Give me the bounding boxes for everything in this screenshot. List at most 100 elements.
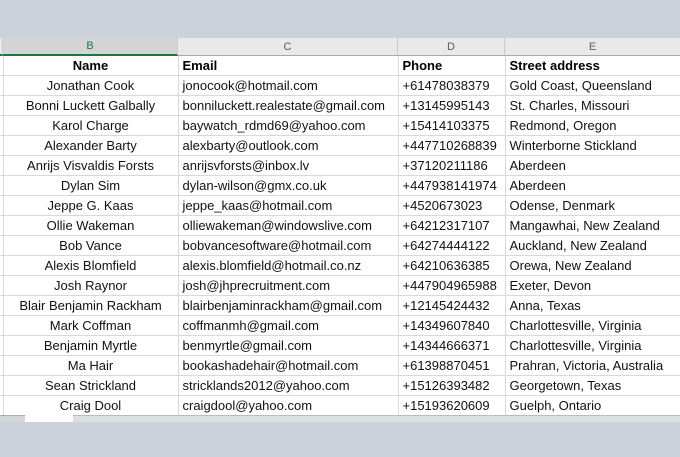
cell-email[interactable]: alexis.blomfield@hotmail.co.nz [178, 256, 398, 276]
cell-name[interactable]: Bob Vance [3, 236, 178, 256]
cell-phone[interactable]: +15414103375 [398, 116, 505, 136]
cell-phone[interactable]: +64210636385 [398, 256, 505, 276]
cell-email[interactable]: bobvancesoftware@hotmail.com [178, 236, 398, 256]
cell-name[interactable]: Karol Charge [3, 116, 178, 136]
column-letter: C [284, 41, 292, 53]
cell-name[interactable]: Mark Coffman [3, 316, 178, 336]
column-header-e[interactable]: E [505, 38, 680, 56]
cell-phone[interactable]: +14344666371 [398, 336, 505, 356]
cell-email[interactable]: anrijsvforsts@inbox.lv [178, 156, 398, 176]
table-header-row: Name Email Phone Street address [0, 56, 680, 76]
cell-name[interactable]: Craig Dool [3, 396, 178, 415]
sheet-tab-active[interactable] [25, 415, 73, 422]
cell-email[interactable]: craigdool@yahoo.com [178, 396, 398, 415]
cell-phone[interactable]: +447710268839 [398, 136, 505, 156]
cell-name[interactable]: Sean Strickland [3, 376, 178, 396]
cell-email[interactable]: olliewakeman@windowslive.com [178, 216, 398, 236]
cell-phone[interactable]: +447904965988 [398, 276, 505, 296]
cell-phone[interactable]: +61398870451 [398, 356, 505, 376]
cell-street-address[interactable]: Georgetown, Texas [505, 376, 680, 396]
contacts-table: Name Email Phone Street address Jonathan… [0, 56, 680, 415]
cell-name[interactable]: Ma Hair [3, 356, 178, 376]
cell-street-address[interactable]: Anna, Texas [505, 296, 680, 316]
header-cell-name[interactable]: Name [3, 56, 178, 76]
cell-street-address[interactable]: Aberdeen [505, 176, 680, 196]
cell-email[interactable]: stricklands2012@yahoo.com [178, 376, 398, 396]
spreadsheet-grid: Name Email Phone Street address Jonathan… [0, 56, 680, 415]
cell-email[interactable]: dylan-wilson@gmx.co.uk [178, 176, 398, 196]
cell-email[interactable]: bookashadehair@hotmail.com [178, 356, 398, 376]
cell-name[interactable]: Benjamin Myrtle [3, 336, 178, 356]
header-cell-email[interactable]: Email [178, 56, 398, 76]
column-header-row: B C D E [0, 38, 680, 56]
cell-email[interactable]: josh@jhprecruitment.com [178, 276, 398, 296]
table-body: Jonathan Cookjonocook@hotmail.com+614780… [0, 76, 680, 415]
cell-name[interactable]: Jonathan Cook [3, 76, 178, 96]
cell-street-address[interactable]: Orewa, New Zealand [505, 256, 680, 276]
cell-phone[interactable]: +447938141974 [398, 176, 505, 196]
cell-street-address[interactable]: Aberdeen [505, 156, 680, 176]
cell-phone[interactable]: +64274444122 [398, 236, 505, 256]
table-row: Dylan Simdylan-wilson@gmx.co.uk+44793814… [0, 176, 680, 196]
horizontal-scrollbar[interactable] [73, 415, 680, 422]
table-row: Karol Chargebaywatch_rdmd69@yahoo.com+15… [0, 116, 680, 136]
backdrop-top [0, 0, 680, 38]
cell-email[interactable]: coffmanmh@gmail.com [178, 316, 398, 336]
sheet-tab-left[interactable] [0, 415, 25, 422]
cell-street-address[interactable]: Charlottesville, Virginia [505, 316, 680, 336]
cell-name[interactable]: Ollie Wakeman [3, 216, 178, 236]
column-letter: D [447, 41, 455, 53]
column-header-d[interactable]: D [398, 38, 505, 56]
cell-email[interactable]: alexbarty@outlook.com [178, 136, 398, 156]
cell-street-address[interactable]: Guelph, Ontario [505, 396, 680, 415]
cell-phone[interactable]: +14349607840 [398, 316, 505, 336]
cell-email[interactable]: bonniluckett.realestate@gmail.com [178, 96, 398, 116]
cell-street-address[interactable]: Redmond, Oregon [505, 116, 680, 136]
header-cell-phone[interactable]: Phone [398, 56, 505, 76]
cell-phone[interactable]: +4520673023 [398, 196, 505, 216]
cell-phone[interactable]: +64212317107 [398, 216, 505, 236]
table-row: Jeppe G. Kaasjeppe_kaas@hotmail.com+4520… [0, 196, 680, 216]
cell-email[interactable]: jonocook@hotmail.com [178, 76, 398, 96]
sheet-tab-strip [0, 415, 680, 422]
cell-phone[interactable]: +37120211186 [398, 156, 505, 176]
table-row: Mark Coffmancoffmanmh@gmail.com+14349607… [0, 316, 680, 336]
cell-phone[interactable]: +61478038379 [398, 76, 505, 96]
cell-street-address[interactable]: St. Charles, Missouri [505, 96, 680, 116]
cell-name[interactable]: Josh Raynor [3, 276, 178, 296]
cell-name[interactable]: Dylan Sim [3, 176, 178, 196]
cell-phone[interactable]: +12145424432 [398, 296, 505, 316]
cell-phone[interactable]: +15193620609 [398, 396, 505, 415]
backdrop-bottom [0, 422, 680, 457]
table-row: Jonathan Cookjonocook@hotmail.com+614780… [0, 76, 680, 96]
cell-street-address[interactable]: Charlottesville, Virginia [505, 336, 680, 356]
cell-email[interactable]: jeppe_kaas@hotmail.com [178, 196, 398, 216]
cell-name[interactable]: Anrijs Visvaldis Forsts [3, 156, 178, 176]
table-row: Bonni Luckett Galballybonniluckett.reale… [0, 96, 680, 116]
cell-street-address[interactable]: Auckland, New Zealand [505, 236, 680, 256]
cell-street-address[interactable]: Gold Coast, Queensland [505, 76, 680, 96]
table-row: Ma Hairbookashadehair@hotmail.com+613988… [0, 356, 680, 376]
cell-street-address[interactable]: Prahran, Victoria, Australia [505, 356, 680, 376]
cell-phone[interactable]: +13145995143 [398, 96, 505, 116]
cell-name[interactable]: Jeppe G. Kaas [3, 196, 178, 216]
table-row: Josh Raynorjosh@jhprecruitment.com+44790… [0, 276, 680, 296]
cell-email[interactable]: baywatch_rdmd69@yahoo.com [178, 116, 398, 136]
cell-email[interactable]: blairbenjaminrackham@gmail.com [178, 296, 398, 316]
table-row: Blair Benjamin Rackhamblairbenjaminrackh… [0, 296, 680, 316]
cell-street-address[interactable]: Odense, Denmark [505, 196, 680, 216]
cell-name[interactable]: Blair Benjamin Rackham [3, 296, 178, 316]
cell-street-address[interactable]: Mangawhai, New Zealand [505, 216, 680, 236]
cell-name[interactable]: Alexis Blomfield [3, 256, 178, 276]
cell-street-address[interactable]: Winterborne Stickland [505, 136, 680, 156]
cell-street-address[interactable]: Exeter, Devon [505, 276, 680, 296]
cell-email[interactable]: benmyrtle@gmail.com [178, 336, 398, 356]
cell-name[interactable]: Alexander Barty [3, 136, 178, 156]
table-row: Craig Doolcraigdool@yahoo.com+1519362060… [0, 396, 680, 415]
table-row: Bob Vancebobvancesoftware@hotmail.com+64… [0, 236, 680, 256]
cell-name[interactable]: Bonni Luckett Galbally [3, 96, 178, 116]
header-cell-street-address[interactable]: Street address [505, 56, 680, 76]
column-header-c[interactable]: C [178, 38, 398, 56]
cell-phone[interactable]: +15126393482 [398, 376, 505, 396]
column-header-b[interactable]: B [3, 38, 178, 56]
